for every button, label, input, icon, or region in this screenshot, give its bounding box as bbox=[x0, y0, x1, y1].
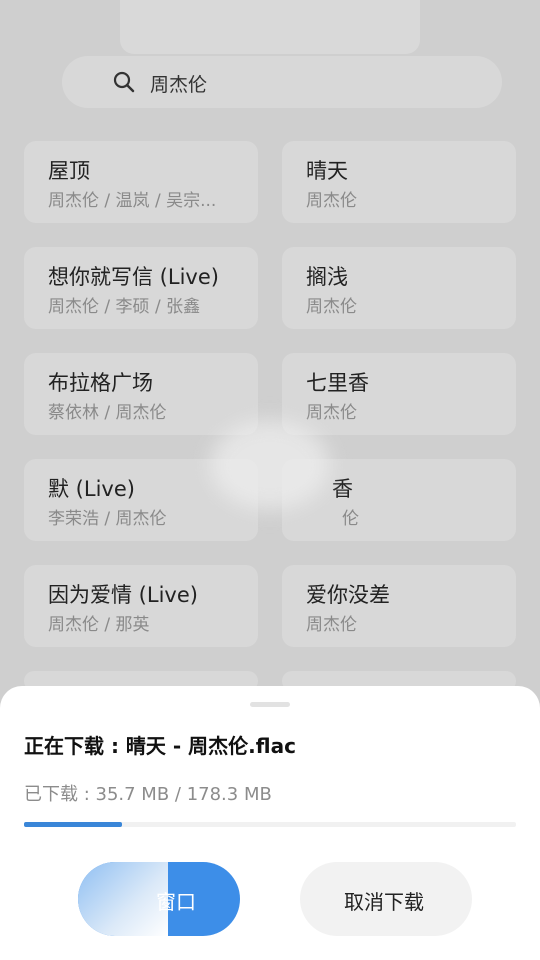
song-title: 布拉格广场 bbox=[48, 371, 153, 395]
song-title: 默 (Live) bbox=[48, 477, 135, 501]
window-button[interactable]: 窗口 bbox=[78, 862, 240, 936]
song-artist: 蔡依林 / 周杰伦 bbox=[48, 403, 167, 423]
song-artist: 周杰伦 bbox=[306, 191, 357, 211]
download-size: 已下载 : 35.7 MB / 178.3 MB bbox=[24, 784, 272, 805]
song-title: 香 bbox=[332, 477, 353, 501]
blur-artifact bbox=[78, 862, 168, 936]
song-title: 七里香 bbox=[306, 371, 369, 395]
song-artist: 周杰伦 bbox=[306, 297, 357, 317]
song-title: 搁浅 bbox=[306, 265, 348, 289]
song-artist: 周杰伦 / 李硕 / 张鑫 bbox=[48, 297, 201, 317]
song-artist: 周杰伦 bbox=[306, 403, 357, 423]
song-card[interactable]: 七里香 周杰伦 bbox=[282, 353, 516, 435]
song-title: 爱你没差 bbox=[306, 583, 390, 607]
song-artist: 周杰伦 / 温岚 / 吴宗... bbox=[48, 191, 217, 211]
progress-fill bbox=[24, 822, 123, 827]
song-card[interactable]: 爱你没差 周杰伦 bbox=[282, 565, 516, 647]
progress-bar bbox=[24, 822, 516, 827]
download-title: 正在下载 : 晴天 - 周杰伦.flac bbox=[24, 734, 296, 758]
cancel-download-button[interactable]: 取消下载 bbox=[300, 862, 472, 936]
blur-artifact bbox=[210, 420, 330, 510]
song-card[interactable]: 想你就写信 (Live) 周杰伦 / 李硕 / 张鑫 bbox=[24, 247, 258, 329]
drag-handle[interactable] bbox=[250, 702, 290, 707]
song-card[interactable]: 布拉格广场 蔡依林 / 周杰伦 bbox=[24, 353, 258, 435]
song-card[interactable]: 晴天 周杰伦 bbox=[282, 141, 516, 223]
song-title: 晴天 bbox=[306, 159, 348, 183]
song-artist: 周杰伦 / 那英 bbox=[48, 615, 150, 635]
cancel-download-label: 取消下载 bbox=[344, 890, 424, 914]
song-title: 想你就写信 (Live) bbox=[48, 265, 219, 289]
song-title: 因为爱情 (Live) bbox=[48, 583, 198, 607]
song-artist: 周杰伦 bbox=[306, 615, 357, 635]
song-card[interactable]: 搁浅 周杰伦 bbox=[282, 247, 516, 329]
window-button-label: 窗口 bbox=[156, 890, 196, 914]
song-artist: 李荣浩 / 周杰伦 bbox=[48, 509, 167, 529]
song-title: 屋顶 bbox=[48, 159, 90, 183]
song-artist: 伦 bbox=[342, 509, 359, 529]
song-card[interactable]: 因为爱情 (Live) 周杰伦 / 那英 bbox=[24, 565, 258, 647]
download-sheet: 正在下载 : 晴天 - 周杰伦.flac 已下载 : 35.7 MB / 178… bbox=[0, 686, 540, 960]
song-card[interactable]: 屋顶 周杰伦 / 温岚 / 吴宗... bbox=[24, 141, 258, 223]
